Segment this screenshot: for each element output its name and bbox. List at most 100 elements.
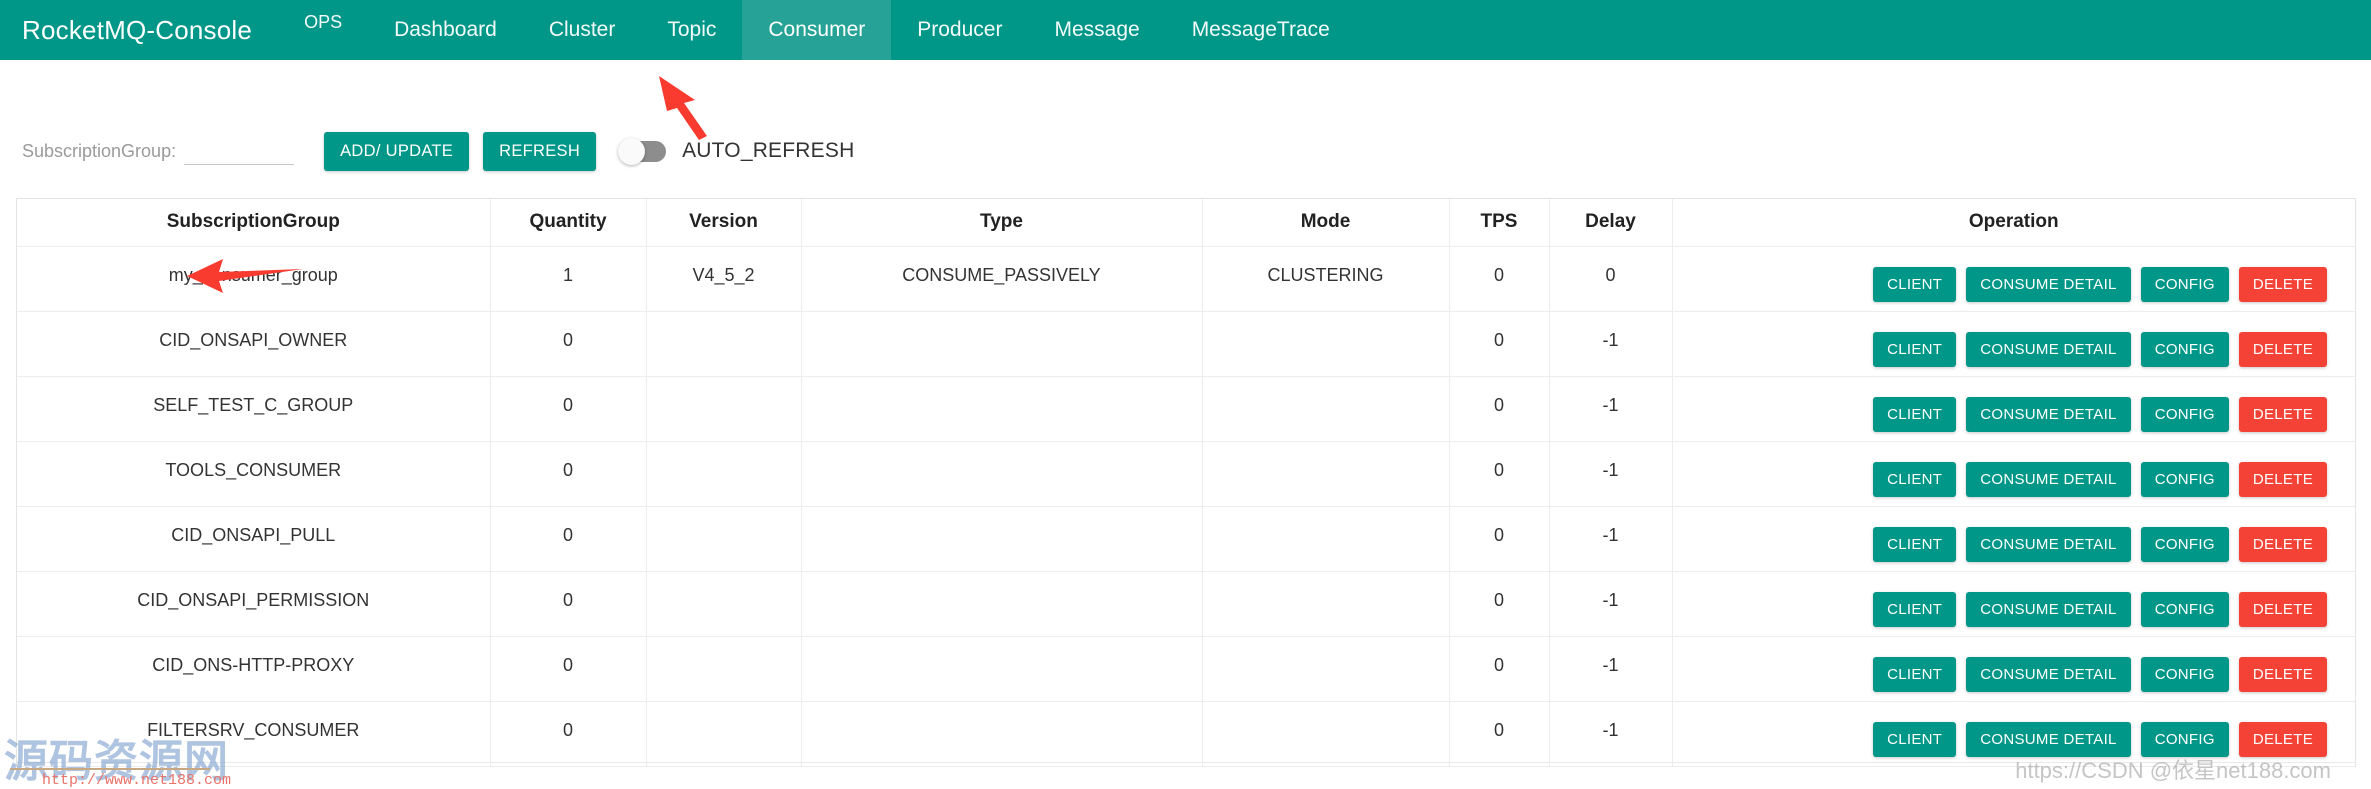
delete-button[interactable]: DELETE <box>2238 721 2327 757</box>
filter-toolbar: SubscriptionGroup: ADD/ UPDATE REFRESH A… <box>0 128 2371 174</box>
column-header-tps[interactable]: TPS <box>1449 199 1550 247</box>
toggle-knob-icon <box>618 137 646 165</box>
cell-subscription-group: CID_ONS-HTTP-PROXY <box>17 636 491 702</box>
config-button[interactable]: CONFIG <box>2140 721 2229 757</box>
top-navbar: RocketMQ-Console OPS Dashboard Cluster Topi… <box>0 0 2371 60</box>
cell-mode <box>1202 311 1450 377</box>
cell-version <box>646 506 802 572</box>
nav-item-list: OPS Dashboard Cluster Topic Consumer Producer… <box>278 0 1356 60</box>
nav-tab-topic[interactable]: Topic <box>641 0 742 60</box>
cell-type <box>801 571 1203 637</box>
column-header-quantity[interactable]: Quantity <box>490 199 647 247</box>
cell-version <box>646 571 802 637</box>
column-header-type: Type <box>801 199 1203 247</box>
add-update-button[interactable]: ADD/ UPDATE <box>324 131 470 171</box>
watermark-rule <box>10 768 210 770</box>
footer-divider <box>16 762 2356 763</box>
delete-button[interactable]: DELETE <box>2238 266 2327 302</box>
cell-version <box>646 636 802 702</box>
config-button[interactable]: CONFIG <box>2140 526 2229 562</box>
delete-button[interactable]: DELETE <box>2238 461 2327 497</box>
client-button[interactable]: CLIENT <box>1873 526 1957 562</box>
cell-mode <box>1202 571 1450 637</box>
config-button[interactable]: CONFIG <box>2140 266 2229 302</box>
delete-button[interactable]: DELETE <box>2238 526 2327 562</box>
cell-type <box>801 701 1203 767</box>
config-button[interactable]: CONFIG <box>2140 396 2229 432</box>
column-header-delay[interactable]: Delay <box>1549 199 1673 247</box>
cell-operation: CLIENT CONSUME DETAIL CONFIG DELETE <box>1672 441 2356 507</box>
cell-mode: CLUSTERING <box>1202 246 1450 312</box>
cell-quantity: 0 <box>490 571 647 637</box>
config-button[interactable]: CONFIG <box>2140 656 2229 692</box>
refresh-button[interactable]: REFRESH <box>483 131 597 171</box>
app-brand[interactable]: RocketMQ-Console <box>0 0 278 60</box>
operation-button-group: CLIENT CONSUME DETAIL CONFIG DELETE <box>1673 460 2356 497</box>
table-row: CID_ONSAPI_OWNER 0 0 -1 CLIENT CONSUME DETAIL… <box>17 311 2355 377</box>
subscription-group-input[interactable] <box>184 137 295 165</box>
cell-version <box>646 376 802 442</box>
cell-delay: -1 <box>1549 701 1673 767</box>
client-button[interactable]: CLIENT <box>1873 591 1957 627</box>
column-header-subscriptiongroup[interactable]: SubscriptionGroup <box>17 199 491 247</box>
client-button[interactable]: CLIENT <box>1873 396 1957 432</box>
client-button[interactable]: CLIENT <box>1873 266 1957 302</box>
delete-button[interactable]: DELETE <box>2238 591 2327 627</box>
client-button[interactable]: CLIENT <box>1873 721 1957 757</box>
client-button[interactable]: CLIENT <box>1873 656 1957 692</box>
consume-detail-button[interactable]: CONSUME DETAIL <box>1966 656 2131 692</box>
config-button[interactable]: CONFIG <box>2140 461 2229 497</box>
config-button[interactable]: CONFIG <box>2140 591 2229 627</box>
cell-delay: -1 <box>1549 441 1673 507</box>
consume-detail-button[interactable]: CONSUME DETAIL <box>1966 526 2131 562</box>
delete-button[interactable]: DELETE <box>2238 396 2327 432</box>
consume-detail-button[interactable]: CONSUME DETAIL <box>1966 461 2131 497</box>
cell-quantity: 0 <box>490 506 647 572</box>
cell-tps: 0 <box>1449 246 1550 312</box>
consumer-table-container: SubscriptionGroup Quantity Version Type Mode… <box>16 198 2356 767</box>
cell-delay: -1 <box>1549 311 1673 377</box>
cell-tps: 0 <box>1449 571 1550 637</box>
consume-detail-button[interactable]: CONSUME DETAIL <box>1966 331 2131 367</box>
table-row: TOOLS_CONSUMER 0 0 -1 CLIENT CONSUME DETAIL CO… <box>17 441 2356 507</box>
auto-refresh-toggle[interactable] <box>618 137 667 165</box>
operation-button-group: CLIENT CONSUME DETAIL CONFIG DELETE <box>1673 525 2356 562</box>
table-row: CID_ONS-HTTP-PROXY 0 0 -1 CLIENT CONSUME DETA… <box>17 636 2355 702</box>
cell-tps: 0 <box>1449 376 1550 442</box>
cell-subscription-group: SELF_TEST_C_GROUP <box>17 376 491 442</box>
table-header-row: SubscriptionGroup Quantity Version Type Mode… <box>17 199 2355 247</box>
operation-button-group: CLIENT CONSUME DETAIL CONFIG DELETE <box>1673 265 2356 302</box>
table-head: SubscriptionGroup Quantity Version Type Mode… <box>17 199 2355 247</box>
table-row: SELF_TEST_C_GROUP 0 0 -1 CLIENT CONSUME DETAI… <box>17 376 2355 442</box>
cell-subscription-group: TOOLS_CONSUMER <box>17 441 491 507</box>
consume-detail-button[interactable]: CONSUME DETAIL <box>1966 591 2131 627</box>
nav-tab-message[interactable]: Message <box>1028 0 1165 60</box>
table-body: my_consumer_group 1 V4_5_2 CONSUME_PASSIVEL… <box>17 246 2356 767</box>
cell-subscription-group: CID_ONSAPI_PULL <box>17 506 491 572</box>
consume-detail-button[interactable]: CONSUME DETAIL <box>1966 396 2131 432</box>
nav-tab-ops[interactable]: OPS <box>278 0 368 60</box>
client-button[interactable]: CLIENT <box>1873 331 1957 367</box>
delete-button[interactable]: DELETE <box>2238 656 2327 692</box>
cell-operation: CLIENT CONSUME DETAIL CONFIG DELETE <box>1672 506 2356 572</box>
delete-button[interactable]: DELETE <box>2238 331 2327 367</box>
consume-detail-button[interactable]: CONSUME DETAIL <box>1966 266 2131 302</box>
nav-tab-cluster[interactable]: Cluster <box>523 0 642 60</box>
cell-tps: 0 <box>1449 441 1550 507</box>
config-button[interactable]: CONFIG <box>2140 331 2229 367</box>
watermark-url: http://www.net188.com <box>42 772 232 789</box>
column-header-version: Version <box>646 199 802 247</box>
client-button[interactable]: CLIENT <box>1873 461 1957 497</box>
column-header-mode: Mode <box>1202 199 1450 247</box>
nav-tab-producer[interactable]: Producer <box>891 0 1028 60</box>
cell-quantity: 0 <box>490 636 647 702</box>
cell-type <box>801 636 1203 702</box>
consume-detail-button[interactable]: CONSUME DETAIL <box>1966 721 2131 757</box>
nav-tab-messagetrace[interactable]: MessageTrace <box>1166 0 1356 60</box>
cell-operation: CLIENT CONSUME DETAIL CONFIG DELETE <box>1672 376 2355 442</box>
operation-button-group: CLIENT CONSUME DETAIL CONFIG DELETE <box>1673 720 2356 757</box>
nav-tab-dashboard[interactable]: Dashboard <box>368 0 523 60</box>
nav-tab-consumer[interactable]: Consumer <box>742 0 892 60</box>
auto-refresh-label: AUTO_REFRESH <box>682 139 855 162</box>
cell-version <box>646 311 802 377</box>
